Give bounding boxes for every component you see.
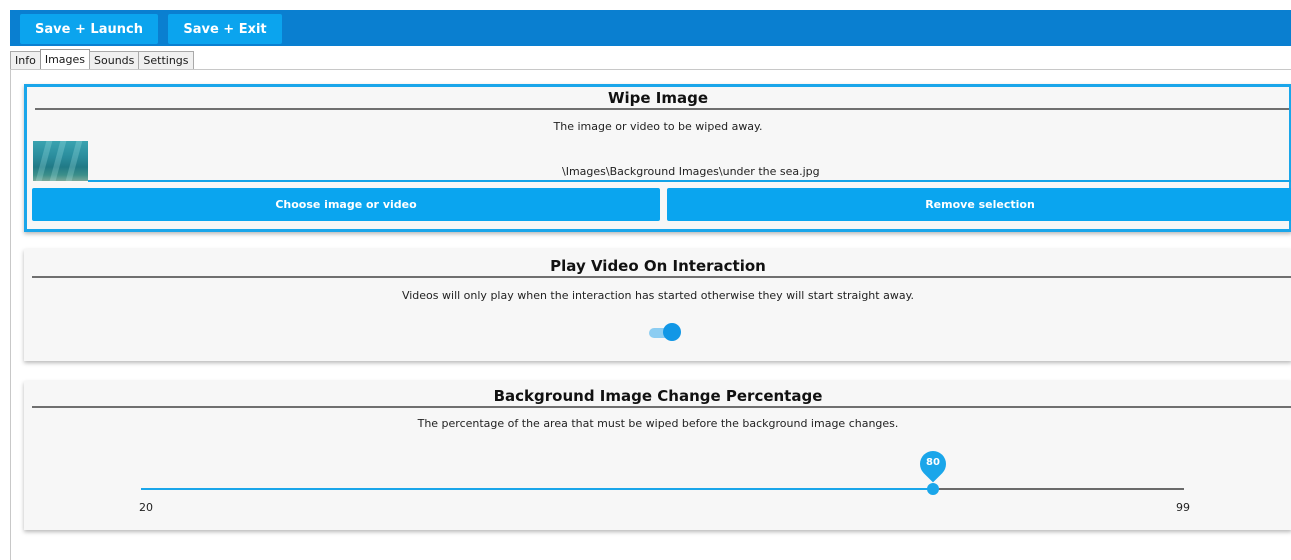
wipe-image-card: Wipe Image The image or video to be wipe…: [24, 84, 1291, 232]
choose-image-button[interactable]: Choose image or video: [32, 188, 660, 221]
image-preview-thumbnail: [33, 141, 88, 181]
bg-change-description: The percentage of the area that must be …: [417, 417, 899, 430]
slider-min-label: 20: [139, 501, 153, 514]
tab-images[interactable]: Images: [39, 49, 91, 69]
tab-settings[interactable]: Settings: [138, 51, 194, 69]
title-divider: [32, 276, 1291, 278]
play-video-card: Play Video On Interaction Videos will on…: [24, 249, 1291, 361]
save-exit-button[interactable]: Save + Exit: [168, 14, 282, 44]
top-toolbar: Save + Launch Save + Exit: [10, 10, 1291, 46]
wipe-image-title: Wipe Image: [607, 89, 709, 107]
play-video-toggle[interactable]: [649, 322, 683, 342]
bg-change-title: Background Image Change Percentage: [493, 387, 823, 405]
slider-value-label: 80: [926, 457, 940, 468]
tab-sounds[interactable]: Sounds: [89, 51, 140, 69]
tab-info[interactable]: Info: [10, 51, 41, 69]
selected-file-path: \Images\Background Images\under the sea.…: [562, 165, 820, 178]
slider-max-label: 99: [1176, 501, 1190, 514]
file-path-underline: [88, 180, 1291, 182]
tab-content: Wipe Image The image or video to be wipe…: [10, 69, 1291, 560]
title-divider: [35, 108, 1289, 110]
change-percentage-slider[interactable]: 80 20 99: [139, 445, 1190, 521]
save-launch-button[interactable]: Save + Launch: [20, 14, 158, 44]
play-video-description: Videos will only play when the interacti…: [401, 289, 915, 302]
toggle-knob[interactable]: [663, 323, 681, 341]
slider-thumb[interactable]: [927, 483, 939, 495]
bg-change-card: Background Image Change Percentage The p…: [24, 381, 1291, 530]
slider-filled-track: [141, 488, 933, 490]
tab-bar: Info Images Sounds Settings: [10, 49, 194, 70]
remove-selection-button[interactable]: Remove selection: [667, 188, 1291, 221]
wipe-image-description: The image or video to be wiped away.: [553, 120, 763, 133]
play-video-title: Play Video On Interaction: [550, 257, 766, 275]
title-divider: [32, 406, 1291, 408]
slider-track: [933, 488, 1184, 490]
